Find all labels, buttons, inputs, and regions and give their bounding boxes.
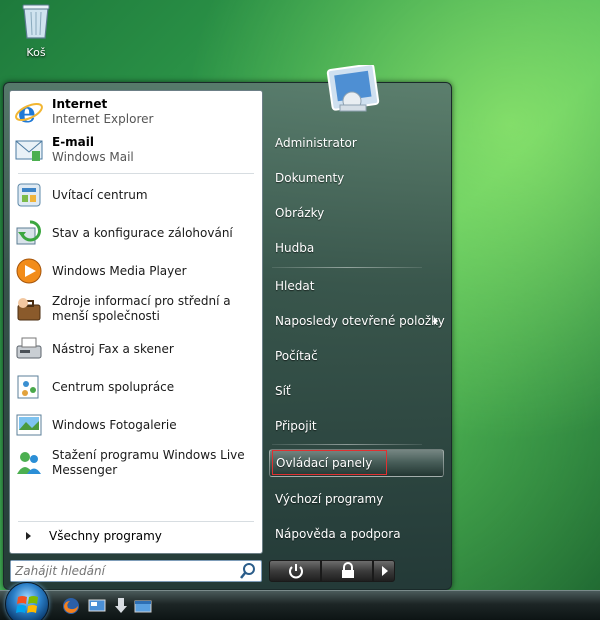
menu-music[interactable]: Hudba — [275, 241, 314, 255]
recent-fax-scanner[interactable]: Nástroj Fax a skener — [14, 334, 258, 364]
start-search — [10, 560, 262, 582]
user-picture-icon — [326, 63, 380, 112]
recent-live-messenger[interactable]: Stažení programu Windows Live Messenger — [14, 448, 258, 478]
recent-label: Windows Media Player — [52, 263, 187, 278]
windows-mail-icon — [14, 135, 44, 165]
windows-logo-icon — [16, 596, 38, 613]
all-programs-button[interactable]: Všechny programy — [18, 529, 162, 543]
recent-business-resources[interactable]: Zdroje informací pro střední a menší spo… — [14, 294, 258, 324]
pinned-subtitle: Internet Explorer — [52, 112, 154, 126]
power-icon — [289, 564, 303, 579]
recent-photo-gallery[interactable]: Windows Fotogalerie — [14, 410, 258, 440]
menu-search[interactable]: Hledat — [275, 279, 314, 293]
recent-label: Windows Fotogalerie — [52, 417, 177, 432]
svg-text:e: e — [18, 97, 36, 127]
pinned-internet-explorer[interactable]: e Internet Internet Explorer — [14, 96, 258, 129]
lock-icon — [342, 562, 354, 578]
power-button[interactable] — [269, 560, 321, 582]
menu-recent-items[interactable]: Naposledy otevřené položky — [275, 314, 445, 328]
arrow-right-icon — [382, 566, 388, 576]
menu-computer[interactable]: Počítač — [275, 349, 318, 363]
welcome-center-icon — [14, 180, 44, 210]
meeting-space-icon — [14, 372, 44, 402]
firefox-icon[interactable] — [62, 597, 80, 615]
right-separator — [272, 267, 422, 268]
right-separator — [272, 444, 422, 445]
all-programs-label: Všechny programy — [49, 529, 162, 543]
pinned-title: E-mail — [52, 135, 95, 149]
all-programs-separator — [18, 521, 254, 522]
lock-button[interactable] — [321, 560, 373, 582]
pinned-subtitle: Windows Mail — [52, 150, 134, 164]
menu-documents[interactable]: Dokumenty — [275, 171, 344, 185]
recent-label: Uvítací centrum — [52, 187, 148, 202]
media-player-icon — [14, 256, 44, 286]
recent-meeting-space[interactable]: Centrum spolupráce — [14, 372, 258, 402]
search-input[interactable] — [11, 561, 239, 581]
arrow-right-icon — [26, 532, 31, 540]
pinned-title: Internet — [52, 97, 108, 111]
switch-windows-icon[interactable] — [134, 597, 152, 615]
taskbar — [0, 582, 600, 620]
recycle-bin[interactable]: Koš — [12, 0, 60, 64]
menu-pictures[interactable]: Obrázky — [275, 206, 324, 220]
photo-gallery-icon — [14, 410, 44, 440]
programs-pane: e Internet Internet Explorer E-mail Wind… — [9, 90, 263, 554]
search-icon[interactable] — [239, 562, 257, 580]
shutdown-options-button[interactable] — [373, 560, 395, 582]
menu-help-support[interactable]: Nápověda a podpora — [275, 527, 401, 541]
menu-user-folder[interactable]: Administrator — [275, 136, 357, 150]
recent-backup-status[interactable]: Stav a konfigurace zálohování — [14, 218, 258, 248]
recent-label: Stav a konfigurace zálohování — [52, 225, 233, 240]
recent-label: Zdroje informací pro střední a menší spo… — [52, 294, 231, 323]
recent-media-player[interactable]: Windows Media Player — [14, 256, 258, 286]
start-menu: e Internet Internet Explorer E-mail Wind… — [3, 63, 452, 590]
download-icon[interactable] — [112, 597, 130, 615]
recent-label: Centrum spolupráce — [52, 379, 175, 394]
recycle-bin-icon — [21, 2, 51, 40]
internet-explorer-icon: e — [14, 96, 44, 129]
power-controls — [269, 560, 395, 582]
show-desktop-icon[interactable] — [88, 597, 106, 615]
submenu-arrow-icon — [434, 317, 438, 325]
pinned-windows-mail[interactable]: E-mail Windows Mail — [14, 135, 258, 165]
backup-icon — [14, 218, 44, 248]
recent-label: Stažení programu Windows Live Messenger — [52, 448, 245, 477]
menu-connect-to[interactable]: Připojit — [275, 419, 317, 433]
fax-scanner-icon — [14, 334, 44, 364]
recycle-bin-label: Koš — [26, 46, 46, 59]
recent-welcome-center[interactable]: Uvítací centrum — [14, 180, 258, 210]
start-button[interactable] — [5, 582, 49, 620]
recent-label: Nástroj Fax a skener — [52, 341, 174, 356]
user-picture[interactable] — [326, 63, 382, 117]
pinned-separator — [18, 173, 254, 174]
messenger-icon — [14, 448, 44, 478]
menu-network[interactable]: Síť — [275, 384, 291, 398]
menu-default-programs[interactable]: Výchozí programy — [275, 492, 383, 506]
highlight-annotation-box — [272, 450, 387, 475]
business-resources-icon — [14, 294, 44, 324]
